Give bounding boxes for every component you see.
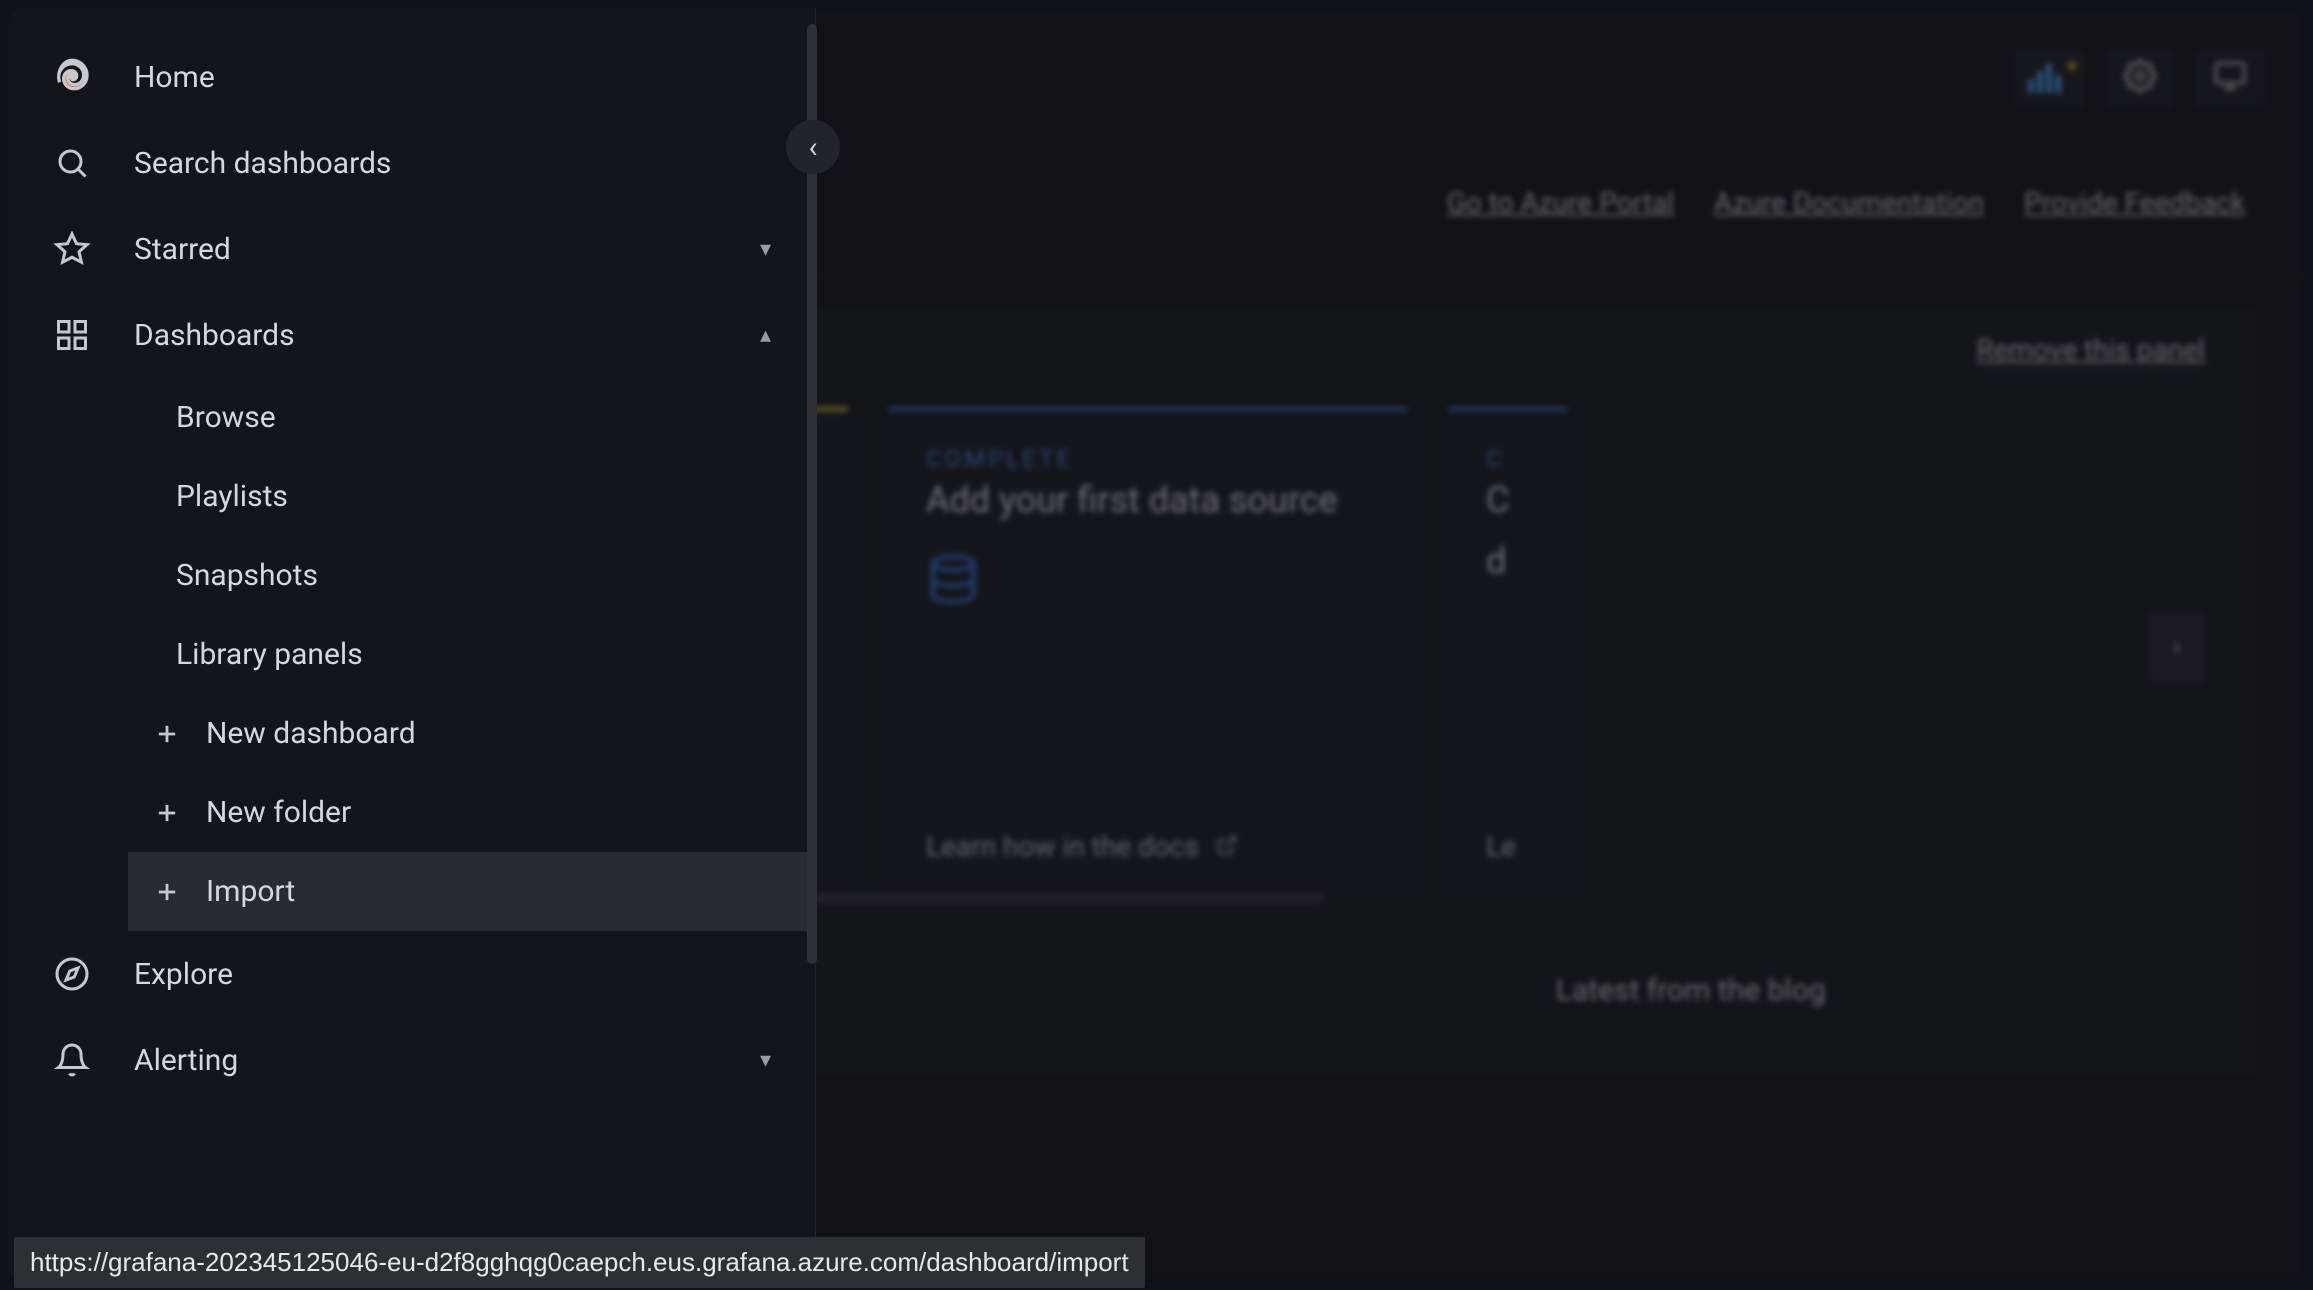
sidebar: Home Search dashboards Starred ▾ Das [8, 8, 816, 1282]
chevron-down-icon: ▾ [760, 237, 771, 262]
bell-icon [52, 1040, 92, 1080]
chevron-left-icon: ‹ [808, 130, 817, 165]
sidebar-item-new-folder[interactable]: New folder [128, 773, 815, 852]
learn-docs-link[interactable]: Learn how in the docs [926, 830, 1238, 863]
sidebar-item-label: New dashboard [206, 716, 416, 751]
star-icon [52, 229, 92, 269]
sidebar-item-label: Dashboards [134, 318, 295, 353]
browser-status-bar: https://grafana-202345125046-eu-d2f8gghq… [14, 1237, 1145, 1288]
sidebar-item-snapshots[interactable]: Snapshots [128, 536, 815, 615]
external-link-icon [1216, 837, 1238, 862]
link-azure-portal[interactable]: Go to Azure Portal [1447, 186, 1674, 219]
hero-links: Go to Azure Portal Azure Documentation P… [1447, 186, 2245, 219]
database-icon [926, 552, 1370, 610]
search-icon [52, 143, 92, 183]
sidebar-item-home[interactable]: Home [8, 34, 815, 120]
sidebar-item-playlists[interactable]: Playlists [128, 457, 815, 536]
chevron-up-icon: ▴ [760, 323, 771, 348]
gear-icon [2123, 59, 2157, 97]
link-azure-docs[interactable]: Azure Documentation [1714, 186, 1984, 219]
plus-icon [152, 798, 182, 828]
sidebar-item-starred[interactable]: Starred ▾ [8, 206, 815, 292]
card-title: Add your first data source [926, 479, 1370, 522]
sidebar-item-new-dashboard[interactable]: New dashboard [128, 694, 815, 773]
grafana-logo-icon [52, 57, 92, 97]
panel-add-icon: + [2028, 63, 2072, 93]
dashboards-icon [52, 315, 92, 355]
compass-icon [52, 954, 92, 994]
monitor-icon [2213, 59, 2247, 97]
learn-docs-link[interactable]: Le [1486, 830, 1516, 863]
sidebar-item-label: Home [134, 60, 215, 95]
chevron-right-icon: › [2173, 632, 2181, 662]
card-title-line2: d [1486, 540, 1530, 583]
remove-panel-link[interactable]: Remove this panel [1977, 333, 2205, 366]
status-url: https://grafana-202345125046-eu-d2f8gghq… [30, 1247, 1129, 1277]
sidebar-item-label: Search dashboards [134, 146, 391, 181]
card-eyebrow: COMPLETE [926, 445, 1370, 473]
sidebar-collapse-button[interactable]: ‹ [786, 120, 840, 174]
dashboard-card-partial[interactable]: C C d Le [1448, 407, 1568, 887]
sidebar-item-dashboards[interactable]: Dashboards ▴ [8, 292, 815, 378]
view-mode-button[interactable] [2195, 48, 2265, 108]
link-feedback[interactable]: Provide Feedback [2024, 186, 2245, 219]
sidebar-item-browse[interactable]: Browse [128, 378, 815, 457]
sidebar-item-label: New folder [206, 795, 351, 830]
plus-icon [152, 719, 182, 749]
blog-title: Latest from the blog [1556, 973, 1826, 1008]
sidebar-item-search[interactable]: Search dashboards [8, 120, 815, 206]
data-source-card[interactable]: COMPLETE Add your first data source Lear… [888, 407, 1408, 887]
sidebar-item-label: Explore [134, 957, 233, 992]
sidebar-item-import[interactable]: Import [128, 852, 815, 931]
sidebar-item-label: Starred [134, 232, 231, 267]
sidebar-item-library-panels[interactable]: Library panels [128, 615, 815, 694]
sidebar-item-label: Alerting [134, 1043, 238, 1078]
learn-docs-text: Learn how in the docs [926, 830, 1199, 863]
sidebar-item-label: Import [206, 874, 295, 909]
plus-icon [152, 877, 182, 907]
sidebar-item-explore[interactable]: Explore [8, 931, 815, 1017]
card-title-line1: C [1486, 479, 1530, 522]
sidebar-item-alerting[interactable]: Alerting ▾ [8, 1017, 815, 1103]
card-eyebrow: C [1486, 445, 1530, 473]
dashboards-submenu: Browse Playlists Snapshots Library panel… [8, 378, 815, 931]
chevron-down-icon: ▾ [760, 1048, 771, 1073]
cards-next-button[interactable]: › [2149, 612, 2205, 682]
blog-card[interactable]: Latest from the blog [1177, 943, 2206, 1038]
settings-button[interactable] [2105, 48, 2175, 108]
add-panel-button[interactable]: + [2015, 48, 2085, 108]
